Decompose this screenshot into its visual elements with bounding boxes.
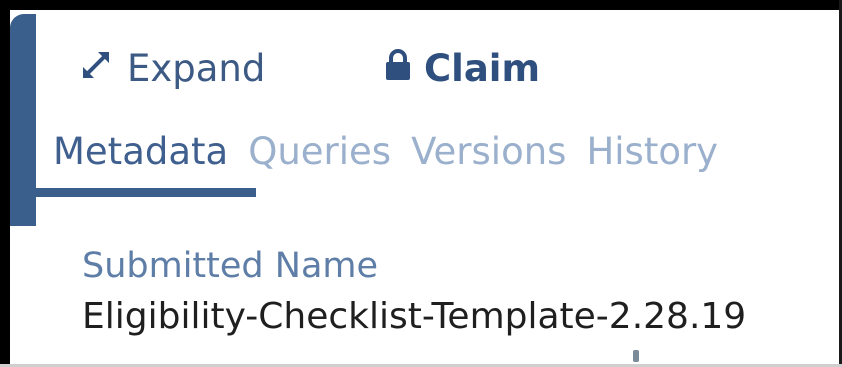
window-border-left [0,0,10,367]
screenshot-frame: Expand Claim Metadata Queries Versions H… [0,0,842,367]
claim-button[interactable]: Claim [384,48,540,88]
tab-bar: Metadata Queries Versions History [53,130,738,173]
expand-label: Expand [127,46,266,90]
window-border-top [0,0,842,10]
active-tab-indicator [36,188,256,197]
panel-accent-bar [10,14,36,226]
submitted-name-value: Eligibility-Checklist-Template-2.28.19 [82,296,747,337]
tab-metadata[interactable]: Metadata [53,130,228,173]
tab-history[interactable]: History [586,130,718,173]
expand-button[interactable]: Expand [79,48,265,88]
cursor-fragment [633,350,639,362]
tab-versions[interactable]: Versions [411,130,566,173]
details-panel: Expand Claim Metadata Queries Versions H… [36,10,839,364]
expand-arrows-icon [79,48,127,88]
submitted-name-label: Submitted Name [82,246,379,286]
claim-label: Claim [424,46,541,90]
tab-queries[interactable]: Queries [248,130,391,173]
lock-icon [384,48,424,88]
